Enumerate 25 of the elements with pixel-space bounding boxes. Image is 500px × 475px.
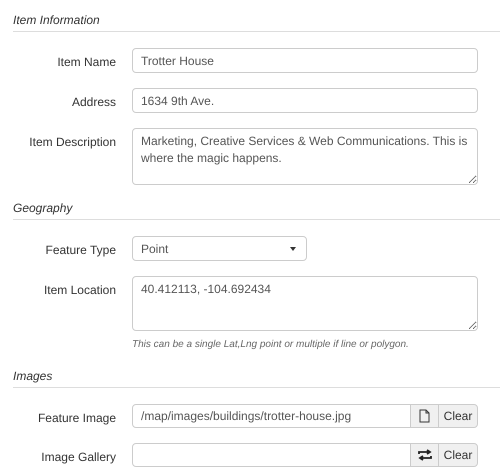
path-field[interactable]: /map/images/buildings/trotter-house.jpg bbox=[132, 404, 411, 428]
section-heading: Item Information bbox=[13, 13, 500, 32]
text-area[interactable]: Marketing, Creative Services & Web Communications. This is where the magic happens. bbox=[132, 128, 478, 185]
field-label: Address bbox=[70, 94, 116, 111]
document-icon bbox=[419, 409, 430, 423]
section-heading: Images bbox=[13, 369, 500, 388]
text-field[interactable]: Trotter House bbox=[132, 48, 478, 73]
field-label: Item Location bbox=[42, 282, 116, 299]
dropdown[interactable]: Point bbox=[132, 236, 307, 261]
field-label: Feature Image bbox=[36, 410, 116, 427]
field-label: Item Description bbox=[28, 134, 116, 151]
text-area[interactable]: 40.412113, -104.692434 bbox=[132, 276, 478, 331]
section-heading: Geography bbox=[13, 201, 500, 220]
field-label: Feature Type bbox=[44, 242, 116, 259]
text-field[interactable]: 1634 9th Ave. bbox=[132, 88, 478, 113]
help-text: This can be a single Lat,Lng point or multiple if line or polygon. bbox=[132, 338, 410, 352]
clear-button[interactable]: Clear bbox=[438, 443, 478, 467]
clear-button[interactable]: Clear bbox=[438, 404, 478, 428]
swap-arrows-icon bbox=[418, 449, 432, 461]
browse-button[interactable] bbox=[411, 443, 438, 467]
field-label: Item Name bbox=[56, 54, 116, 71]
path-field[interactable] bbox=[132, 443, 411, 467]
field-label: Image Gallery bbox=[40, 449, 116, 466]
caret-icon bbox=[290, 246, 296, 250]
browse-button[interactable] bbox=[411, 404, 438, 428]
